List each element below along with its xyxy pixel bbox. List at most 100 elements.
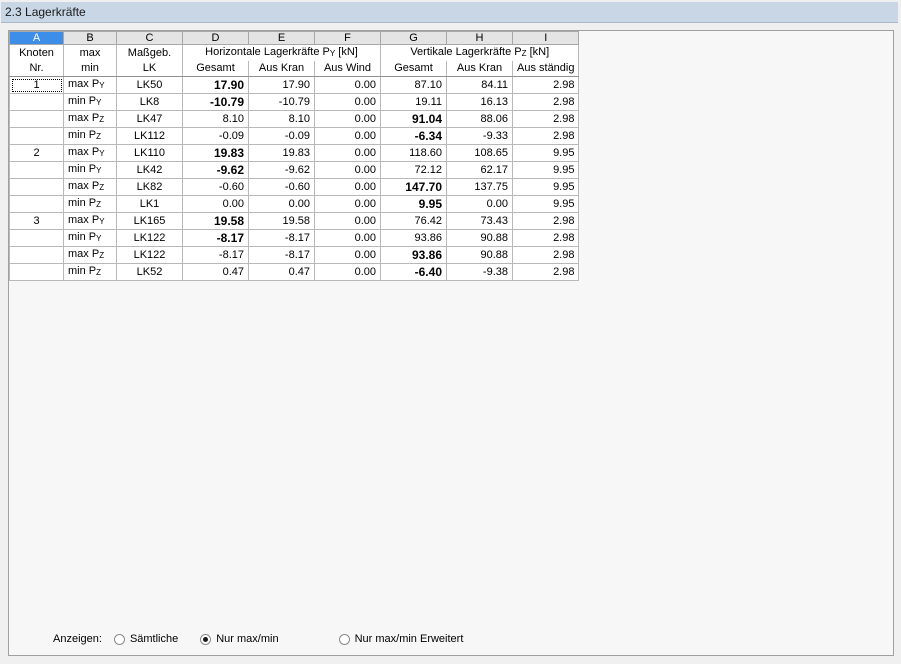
column-letter-b[interactable]: B bbox=[63, 31, 117, 45]
cell-node[interactable]: 1 bbox=[9, 76, 64, 94]
cell-d[interactable]: -10.79 bbox=[182, 93, 249, 111]
cell-d[interactable]: 0.00 bbox=[182, 195, 249, 213]
cell-lk[interactable]: LK42 bbox=[116, 161, 183, 179]
column-letter-i[interactable]: I bbox=[511, 31, 580, 45]
cell-e[interactable]: -8.17 bbox=[248, 229, 315, 247]
cell-e[interactable]: -8.17 bbox=[248, 246, 315, 264]
cell-d[interactable]: 8.10 bbox=[182, 110, 249, 128]
cell-type[interactable]: max PZ bbox=[63, 178, 117, 196]
cell-h[interactable]: 88.06 bbox=[446, 110, 513, 128]
cell-node[interactable] bbox=[9, 93, 64, 111]
cell-f[interactable]: 0.00 bbox=[314, 161, 381, 179]
cell-i[interactable]: 2.98 bbox=[511, 263, 580, 281]
cell-f[interactable]: 0.00 bbox=[314, 127, 381, 145]
cell-d[interactable]: 0.47 bbox=[182, 263, 249, 281]
cell-i[interactable]: 2.98 bbox=[511, 110, 580, 128]
table-row[interactable]: max PZ LK82 -0.60 -0.60 0.00 147.70 137.75 9.95 bbox=[9, 178, 580, 196]
column-letter-a[interactable]: A bbox=[9, 31, 64, 45]
cell-i[interactable]: 2.98 bbox=[511, 212, 580, 230]
cell-type[interactable]: min PZ bbox=[63, 263, 117, 281]
cell-node[interactable] bbox=[9, 127, 64, 145]
cell-d[interactable]: 19.83 bbox=[182, 144, 249, 162]
cell-g[interactable]: -6.34 bbox=[380, 127, 447, 145]
cell-type[interactable]: min PZ bbox=[63, 195, 117, 213]
cell-i[interactable]: 9.95 bbox=[511, 161, 580, 179]
cell-g[interactable]: 91.04 bbox=[380, 110, 447, 128]
table-row[interactable]: min PZ LK52 0.47 0.47 0.00 -6.40 -9.38 2.98 bbox=[9, 263, 580, 281]
lagerkraefte-table[interactable]: ABCDEFGHI Knoten max Maßgeb. Horizontale… bbox=[9, 31, 580, 281]
cell-f[interactable]: 0.00 bbox=[314, 144, 381, 162]
cell-d[interactable]: -0.09 bbox=[182, 127, 249, 145]
cell-e[interactable]: 19.83 bbox=[248, 144, 315, 162]
cell-type[interactable]: max PY bbox=[63, 144, 117, 162]
cell-node[interactable] bbox=[9, 246, 64, 264]
cell-g[interactable]: 19.11 bbox=[380, 93, 447, 111]
cell-type[interactable]: min PY bbox=[63, 229, 117, 247]
cell-f[interactable]: 0.00 bbox=[314, 93, 381, 111]
cell-f[interactable]: 0.00 bbox=[314, 212, 381, 230]
cell-h[interactable]: 0.00 bbox=[446, 195, 513, 213]
table-row[interactable]: min PY LK122 -8.17 -8.17 0.00 93.86 90.88 2.98 bbox=[9, 229, 580, 247]
cell-d[interactable]: -9.62 bbox=[182, 161, 249, 179]
radio-nur-max-min-erweitert[interactable]: Nur max/min Erweitert bbox=[338, 633, 463, 645]
cell-node[interactable] bbox=[9, 161, 64, 179]
cell-i[interactable]: 2.98 bbox=[511, 76, 580, 94]
cell-i[interactable]: 9.95 bbox=[511, 178, 580, 196]
table-row[interactable]: min PZ LK1 0.00 0.00 0.00 9.95 0.00 9.95 bbox=[9, 195, 580, 213]
cell-h[interactable]: 16.13 bbox=[446, 93, 513, 111]
table-row[interactable]: max PZ LK47 8.10 8.10 0.00 91.04 88.06 2.98 bbox=[9, 110, 580, 128]
cell-lk[interactable]: LK8 bbox=[116, 93, 183, 111]
cell-lk[interactable]: LK82 bbox=[116, 178, 183, 196]
cell-i[interactable]: 2.98 bbox=[511, 229, 580, 247]
cell-type[interactable]: min PY bbox=[63, 93, 117, 111]
table-row[interactable]: max PZ LK122 -8.17 -8.17 0.00 93.86 90.88 2.98 bbox=[9, 246, 580, 264]
cell-g[interactable]: 118.60 bbox=[380, 144, 447, 162]
cell-i[interactable]: 9.95 bbox=[511, 195, 580, 213]
cell-h[interactable]: 84.11 bbox=[446, 76, 513, 94]
cell-e[interactable]: 8.10 bbox=[248, 110, 315, 128]
cell-f[interactable]: 0.00 bbox=[314, 195, 381, 213]
cell-lk[interactable]: LK47 bbox=[116, 110, 183, 128]
cell-h[interactable]: 108.65 bbox=[446, 144, 513, 162]
radio-nur-max-min-circle[interactable] bbox=[200, 633, 212, 645]
column-letter-g[interactable]: G bbox=[380, 31, 447, 45]
cell-lk[interactable]: LK122 bbox=[116, 229, 183, 247]
cell-d[interactable]: 19.58 bbox=[182, 212, 249, 230]
table-row[interactable]: min PZ LK112 -0.09 -0.09 0.00 -6.34 -9.33 2.98 bbox=[9, 127, 580, 145]
cell-type[interactable]: max PY bbox=[63, 76, 117, 94]
cell-node[interactable] bbox=[9, 195, 64, 213]
cell-i[interactable]: 2.98 bbox=[511, 93, 580, 111]
radio-nur-max-min-erweitert-circle[interactable] bbox=[338, 633, 350, 645]
cell-node[interactable] bbox=[9, 110, 64, 128]
cell-type[interactable]: max PZ bbox=[63, 246, 117, 264]
cell-e[interactable]: 0.47 bbox=[248, 263, 315, 281]
cell-h[interactable]: 73.43 bbox=[446, 212, 513, 230]
cell-f[interactable]: 0.00 bbox=[314, 263, 381, 281]
cell-node[interactable]: 2 bbox=[9, 144, 64, 162]
cell-d[interactable]: 17.90 bbox=[182, 76, 249, 94]
cell-i[interactable]: 2.98 bbox=[511, 246, 580, 264]
cell-g[interactable]: 93.86 bbox=[380, 246, 447, 264]
cell-node[interactable]: 3 bbox=[9, 212, 64, 230]
cell-e[interactable]: 19.58 bbox=[248, 212, 315, 230]
table-row[interactable]: 1 max PY LK50 17.90 17.90 0.00 87.10 84.11 2.98 bbox=[9, 76, 580, 94]
cell-node[interactable] bbox=[9, 263, 64, 281]
cell-f[interactable]: 0.00 bbox=[314, 178, 381, 196]
cell-f[interactable]: 0.00 bbox=[314, 76, 381, 94]
cell-f[interactable]: 0.00 bbox=[314, 246, 381, 264]
cell-e[interactable]: 17.90 bbox=[248, 76, 315, 94]
cell-lk[interactable]: LK1 bbox=[116, 195, 183, 213]
cell-lk[interactable]: LK112 bbox=[116, 127, 183, 145]
cell-node[interactable] bbox=[9, 229, 64, 247]
cell-lk[interactable]: LK110 bbox=[116, 144, 183, 162]
cell-lk[interactable]: LK52 bbox=[116, 263, 183, 281]
cell-g[interactable]: 72.12 bbox=[380, 161, 447, 179]
cell-h[interactable]: -9.38 bbox=[446, 263, 513, 281]
radio-saemtliche[interactable]: Sämtliche bbox=[113, 633, 178, 645]
table-row[interactable]: 2 max PY LK110 19.83 19.83 0.00 118.60 108.65 9.… bbox=[9, 144, 580, 162]
cell-type[interactable]: max PZ bbox=[63, 110, 117, 128]
cell-d[interactable]: -8.17 bbox=[182, 229, 249, 247]
cell-type[interactable]: min PZ bbox=[63, 127, 117, 145]
results-grid[interactable]: ABCDEFGHI Knoten max Maßgeb. Horizontale… bbox=[9, 31, 580, 281]
cell-h[interactable]: 90.88 bbox=[446, 246, 513, 264]
